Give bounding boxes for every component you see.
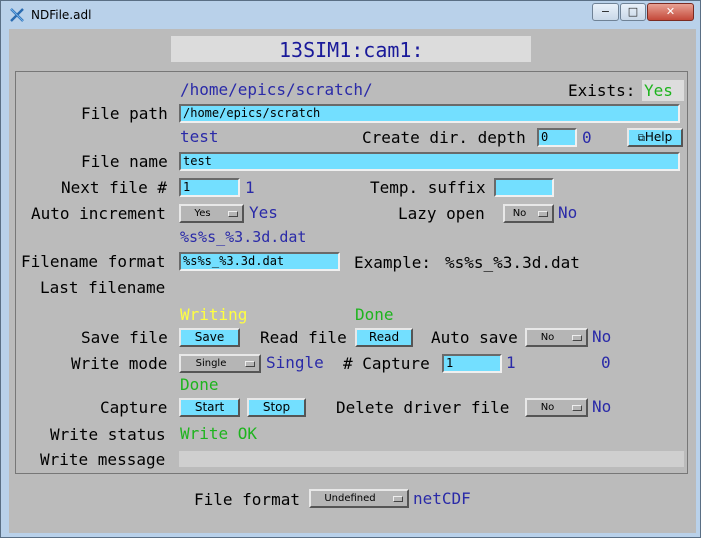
window: NDFile.adl − □ ✕ 13SIM1:cam1: /home/epic… — [0, 0, 701, 538]
file-format-readback: netCDF — [413, 489, 471, 508]
auto-increment-menu[interactable]: Yes — [179, 204, 244, 223]
read-status: Done — [355, 305, 394, 324]
auto-increment-readback: Yes — [249, 203, 278, 222]
menu-arrow-icon — [393, 496, 403, 502]
auto-increment-label: Auto increment — [31, 204, 166, 223]
create-dir-readback: 0 — [582, 128, 592, 147]
file-path-label: File path — [81, 104, 168, 123]
filename-format-label: Filename format — [21, 252, 166, 271]
window-icon: ⧉ — [637, 133, 645, 144]
write-mode-menu-value: Single — [195, 358, 227, 369]
num-capture-input[interactable]: 1 — [442, 354, 502, 373]
file-format-menu[interactable]: Undefined — [309, 489, 409, 508]
lazy-open-readback: No — [558, 203, 578, 222]
create-dir-input[interactable]: 0 — [537, 128, 577, 147]
window-title: NDFile.adl — [31, 8, 92, 22]
save-button[interactable]: Save — [179, 328, 240, 347]
capture-label: Capture — [100, 398, 168, 417]
capture-stop-button[interactable]: Stop — [247, 398, 306, 417]
read-button[interactable]: Read — [355, 328, 413, 347]
temp-suffix-input[interactable] — [494, 178, 554, 197]
example-label: Example: — [354, 253, 432, 272]
delete-driver-file-readback: No — [592, 397, 612, 416]
write-message-label: Write message — [40, 450, 166, 469]
file-name-label: File name — [81, 152, 168, 171]
lazy-open-menu[interactable]: No — [503, 204, 554, 223]
write-mode-label: Write mode — [71, 354, 168, 373]
menu-arrow-icon — [245, 361, 255, 367]
num-capture-readback: 1 — [506, 353, 516, 372]
file-format-menu-value: Undefined — [324, 493, 376, 504]
write-mode-menu[interactable]: Single — [179, 354, 261, 373]
menu-arrow-icon — [572, 335, 582, 341]
read-file-label: Read file — [260, 328, 347, 347]
screen-client: 13SIM1:cam1: /home/epics/scratch/ Exists… — [9, 29, 696, 533]
filename-format-readback: %s%s_%3.3d.dat — [180, 228, 307, 246]
auto-increment-menu-value: Yes — [194, 208, 211, 219]
example-value: %s%s_%3.3d.dat — [445, 253, 580, 272]
menu-arrow-icon — [228, 211, 238, 217]
auto-save-menu-value: No — [540, 332, 555, 343]
auto-save-menu[interactable]: No — [525, 328, 588, 347]
write-mode-readback: Single — [266, 353, 324, 372]
next-file-input[interactable]: 1 — [179, 178, 240, 197]
maximize-button[interactable]: □ — [620, 3, 646, 21]
help-label: Help — [644, 130, 673, 144]
capture-status: Done — [180, 375, 219, 394]
file-name-input[interactable]: test — [179, 152, 680, 171]
title-bar[interactable]: NDFile.adl − □ ✕ — [1, 1, 700, 29]
num-captured: 0 — [601, 353, 611, 372]
exists-label: Exists: — [568, 81, 636, 100]
create-dir-label: Create dir. depth — [362, 128, 526, 147]
write-status-value: Write OK — [180, 424, 258, 443]
last-filename-label: Last filename — [40, 278, 166, 297]
minimize-icon: − — [600, 5, 611, 18]
temp-suffix-label: Temp. suffix — [370, 178, 486, 197]
menu-arrow-icon — [538, 211, 548, 217]
delete-driver-file-menu[interactable]: No — [525, 398, 588, 417]
save-status: Writing — [180, 305, 248, 324]
exists-value: Yes — [644, 81, 673, 100]
delete-driver-file-label: Delete driver file — [336, 398, 510, 417]
write-status-label: Write status — [50, 425, 166, 444]
num-capture-label: # Capture — [343, 354, 430, 373]
menu-arrow-icon — [572, 405, 582, 411]
maximize-icon: □ — [627, 5, 639, 18]
minimize-button[interactable]: − — [592, 3, 619, 21]
delete-driver-file-menu-value: No — [540, 402, 555, 413]
next-file-label: Next file # — [61, 178, 167, 197]
close-icon: ✕ — [665, 5, 676, 18]
file-path-readback: /home/epics/scratch/ — [180, 80, 373, 99]
write-message-box — [179, 451, 684, 467]
file-format-label: File format — [194, 490, 300, 509]
capture-start-button[interactable]: Start — [179, 398, 240, 417]
file-path-input[interactable]: /home/epics/scratch — [179, 104, 680, 123]
filename-format-input[interactable]: %s%s_%3.3d.dat — [179, 252, 340, 271]
next-file-readback: 1 — [245, 178, 255, 197]
file-name-readback: test — [180, 127, 219, 146]
auto-save-readback: No — [592, 327, 612, 346]
help-button[interactable]: ⧉Help — [627, 128, 683, 147]
save-file-label: Save file — [81, 328, 168, 347]
close-button[interactable]: ✕ — [647, 3, 694, 21]
auto-save-label: Auto save — [431, 328, 518, 347]
app-icon — [9, 7, 25, 23]
lazy-open-label: Lazy open — [398, 204, 485, 223]
lazy-open-menu-value: No — [512, 208, 527, 219]
page-title: 13SIM1:cam1: — [279, 38, 424, 62]
